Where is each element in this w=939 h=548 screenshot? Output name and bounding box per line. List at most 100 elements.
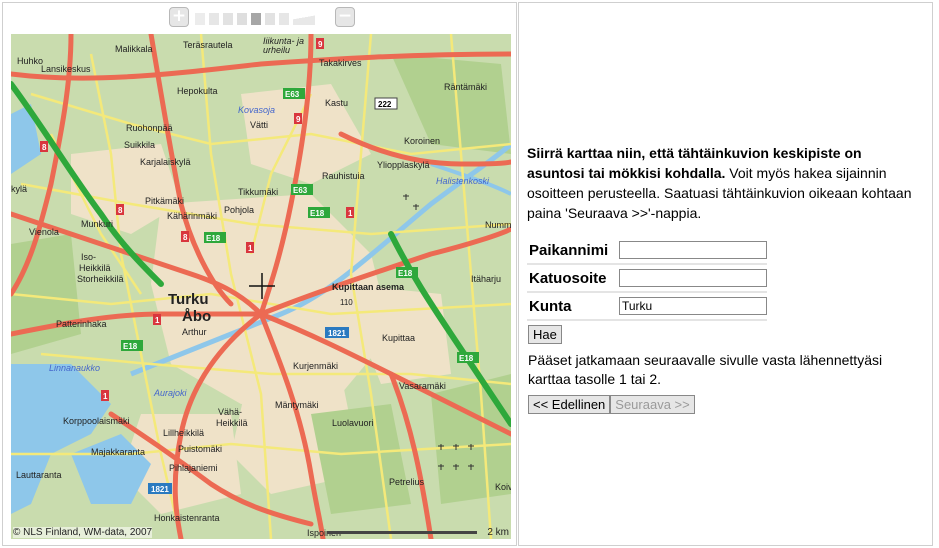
zoom-notice: Pääset jatkamaan seuraavalle sivulle vas… (528, 352, 883, 387)
instructions: Siirrä karttaa niin, että tähtäinkuvion … (527, 143, 919, 223)
svg-text:Turku: Turku (168, 291, 209, 308)
svg-text:Suikkila: Suikkila (124, 140, 155, 150)
svg-text:9: 9 (296, 115, 301, 124)
svg-text:Koroinen: Koroinen (404, 136, 440, 146)
svg-text:Aurajoki: Aurajoki (153, 388, 188, 398)
svg-text:Tikkumäki: Tikkumäki (238, 187, 278, 197)
svg-text:Hepokulta: Hepokulta (177, 86, 218, 96)
svg-text:Pihlajaniemi: Pihlajaniemi (169, 463, 218, 473)
svg-text:8: 8 (42, 143, 47, 152)
svg-text:Räntämäki: Räntämäki (444, 82, 487, 92)
paikannimi-input[interactable] (619, 241, 767, 259)
svg-text:Malikkala: Malikkala (115, 44, 153, 54)
svg-text:Korppoolaismäki: Korppoolaismäki (63, 416, 130, 426)
back-button[interactable]: << Edellinen (528, 395, 611, 414)
svg-text:1: 1 (155, 316, 160, 325)
svg-text:E63: E63 (285, 90, 300, 99)
svg-text:E18: E18 (206, 234, 221, 243)
svg-text:Kupittaa: Kupittaa (382, 333, 415, 343)
svg-text:Takakirves: Takakirves (319, 58, 362, 68)
zoom-level-3[interactable] (223, 13, 233, 25)
svg-text:8: 8 (118, 206, 123, 215)
svg-text:Puistomäki: Puistomäki (178, 444, 222, 454)
svg-text:Itäharju: Itäharju (471, 274, 501, 284)
svg-text:1: 1 (248, 244, 253, 253)
svg-text:Munkuri: Munkuri (81, 219, 113, 229)
svg-text:E18: E18 (123, 342, 138, 351)
zoom-level-5-current[interactable] (251, 13, 261, 25)
svg-text:Lillheikkilä: Lillheikkilä (163, 428, 204, 438)
svg-text:1821: 1821 (328, 329, 346, 338)
svg-text:Luolavuori: Luolavuori (332, 418, 374, 428)
zoom-out-button[interactable]: − (335, 7, 355, 27)
svg-text:urheilu: urheilu (263, 45, 290, 55)
svg-text:Teräsrautela: Teräsrautela (183, 40, 233, 50)
scale-bar (327, 531, 477, 534)
form-row-paikannimi: Paikannimi (527, 237, 767, 265)
minus-icon: − (337, 6, 353, 26)
svg-text:kylä: kylä (11, 184, 27, 194)
svg-text:E18: E18 (398, 269, 413, 278)
svg-text:Kähärinmäki: Kähärinmäki (167, 211, 217, 221)
map-panel: + − Huhko Lansikeskus Malikkala Teräsrau… (2, 2, 517, 546)
svg-text:E18: E18 (310, 209, 325, 218)
svg-text:Koivula: Koivula (495, 482, 511, 492)
paikannimi-label: Paikannimi (527, 237, 617, 265)
svg-text:Kurjenmäki: Kurjenmäki (293, 361, 338, 371)
svg-text:Vasaramäki: Vasaramäki (399, 381, 446, 391)
svg-text:Mäntymäki: Mäntymäki (275, 400, 319, 410)
svg-text:Patterinhaka: Patterinhaka (56, 319, 107, 329)
svg-text:Lauttaranta: Lauttaranta (16, 470, 62, 480)
svg-text:1: 1 (348, 209, 353, 218)
svg-text:Kastu: Kastu (325, 98, 348, 108)
svg-text:E63: E63 (293, 186, 308, 195)
zoom-level-4[interactable] (237, 13, 247, 25)
svg-text:Halistenkoski: Halistenkoski (436, 176, 490, 186)
svg-text:Honkaistenranta: Honkaistenranta (154, 513, 220, 523)
svg-text:Kupittaan asema: Kupittaan asema (332, 282, 405, 292)
kunta-input[interactable] (619, 297, 767, 315)
nav-buttons: << Edellinen Seuraava >> (528, 395, 695, 414)
katuosoite-label: Katuosoite (527, 265, 617, 293)
svg-text:1: 1 (103, 392, 108, 401)
zoom-level-6[interactable] (265, 13, 275, 25)
svg-text:222: 222 (378, 100, 392, 109)
svg-text:Lansikeskus: Lansikeskus (41, 64, 91, 74)
search-form: Paikannimi Katuosoite Kunta (527, 237, 767, 321)
svg-text:9: 9 (318, 40, 323, 49)
svg-text:Huhko: Huhko (17, 56, 43, 66)
svg-text:Pitkämäki: Pitkämäki (145, 196, 184, 206)
zoom-level-2[interactable] (209, 13, 219, 25)
svg-text:Vähä-: Vähä- (218, 407, 242, 417)
svg-text:110: 110 (340, 298, 353, 307)
next-button[interactable]: Seuraava >> (610, 395, 695, 414)
search-button[interactable]: Hae (528, 325, 562, 344)
form-row-kunta: Kunta (527, 293, 767, 321)
map-view[interactable]: Huhko Lansikeskus Malikkala Teräsrautela… (11, 34, 511, 539)
svg-text:Karjalaiskylä: Karjalaiskylä (140, 157, 191, 167)
zoom-level-1[interactable] (195, 13, 205, 25)
svg-text:Arthur: Arthur (182, 327, 207, 337)
svg-text:Linnanaukko: Linnanaukko (49, 363, 100, 373)
zoom-level-7[interactable] (279, 13, 289, 25)
form-row-katuosoite: Katuosoite (527, 265, 767, 293)
scale-label: 2 km (487, 527, 509, 538)
svg-text:1821: 1821 (151, 485, 169, 494)
plus-icon: + (171, 6, 187, 26)
svg-text:Åbo: Åbo (182, 308, 211, 325)
svg-text:E18: E18 (459, 354, 474, 363)
svg-text:Kovasoja: Kovasoja (238, 105, 275, 115)
zoom-bar: + − (169, 7, 359, 27)
svg-text:Heikkilä: Heikkilä (79, 263, 111, 273)
zoom-level-8[interactable] (293, 13, 315, 25)
katuosoite-input[interactable] (619, 269, 767, 287)
svg-text:Majakkaranta: Majakkaranta (91, 447, 145, 457)
svg-text:Yliopplaskylä: Yliopplaskylä (377, 160, 430, 170)
svg-text:Vätti: Vätti (250, 120, 268, 130)
form-panel: Siirrä karttaa niin, että tähtäinkuvion … (518, 2, 933, 546)
svg-text:Pohjola: Pohjola (224, 205, 254, 215)
map-graphic: Huhko Lansikeskus Malikkala Teräsrautela… (11, 34, 511, 539)
svg-text:8: 8 (183, 233, 188, 242)
zoom-in-button[interactable]: + (169, 7, 189, 27)
svg-text:Vienola: Vienola (29, 227, 59, 237)
